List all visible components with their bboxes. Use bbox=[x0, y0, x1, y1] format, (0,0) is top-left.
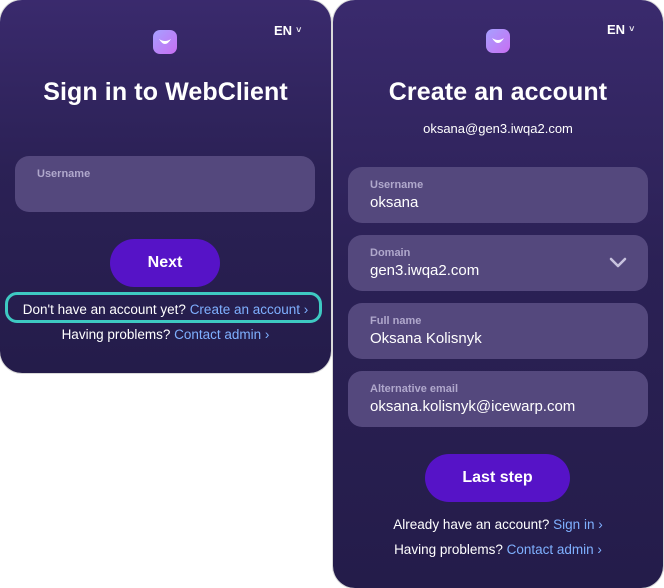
page-title: Sign in to WebClient bbox=[43, 78, 288, 106]
problems-text: Having problems? bbox=[61, 327, 171, 342]
username-label: Username bbox=[370, 179, 424, 191]
account-email: oksana@gen3.iwqa2.com bbox=[423, 121, 573, 136]
domain-label: Domain bbox=[370, 247, 411, 259]
alternative-email-field[interactable]: Alternative email oksana.kolisnyk@icewar… bbox=[348, 371, 648, 427]
chevron-down-icon: ˅ bbox=[296, 24, 302, 35]
signin-link[interactable]: Sign in › bbox=[553, 517, 603, 532]
full-name-label: Full name bbox=[370, 315, 422, 327]
signin-panel: EN ˅ Sign in to WebClient Username Next … bbox=[0, 0, 331, 373]
signup-panel: EN ˅ Create an account oksana@gen3.iwqa2… bbox=[333, 0, 663, 588]
alternative-email-label: Alternative email bbox=[370, 383, 459, 395]
app-logo-icon bbox=[486, 29, 510, 53]
full-name-field[interactable]: Full name Oksana Kolisnyk bbox=[348, 303, 648, 359]
app-logo-icon bbox=[153, 30, 177, 54]
problems-line: Having problems? Contact admin › bbox=[0, 327, 331, 342]
have-account-text: Already have an account? bbox=[393, 517, 550, 532]
contact-admin-link[interactable]: Contact admin › bbox=[174, 327, 269, 342]
language-selector[interactable]: EN ˅ bbox=[274, 23, 301, 38]
language-selector[interactable]: EN ˅ bbox=[607, 22, 634, 37]
domain-value: gen3.iwqa2.com bbox=[370, 262, 480, 279]
full-name-value: Oksana Kolisnyk bbox=[370, 330, 482, 347]
next-button[interactable]: Next bbox=[110, 239, 220, 287]
username-value: oksana bbox=[370, 194, 419, 211]
chevron-down-icon[interactable] bbox=[608, 253, 628, 273]
language-label: EN bbox=[274, 23, 293, 38]
language-label: EN bbox=[607, 22, 626, 37]
page-title: Create an account bbox=[388, 78, 608, 106]
contact-admin-link[interactable]: Contact admin › bbox=[507, 542, 602, 557]
username-field[interactable]: Username bbox=[15, 156, 315, 212]
domain-select[interactable]: Domain gen3.iwqa2.com bbox=[348, 235, 648, 291]
problems-line: Having problems? Contact admin › bbox=[333, 542, 663, 557]
problems-text: Having problems? bbox=[394, 542, 503, 557]
username-field[interactable]: Username oksana bbox=[348, 167, 648, 223]
signin-line: Already have an account? Sign in › bbox=[333, 517, 663, 532]
alternative-email-value: oksana.kolisnyk@icewarp.com bbox=[370, 398, 576, 415]
username-label: Username bbox=[37, 168, 91, 180]
chevron-down-icon: ˅ bbox=[629, 23, 635, 34]
last-step-button[interactable]: Last step bbox=[425, 454, 570, 502]
highlight-box bbox=[5, 292, 322, 323]
